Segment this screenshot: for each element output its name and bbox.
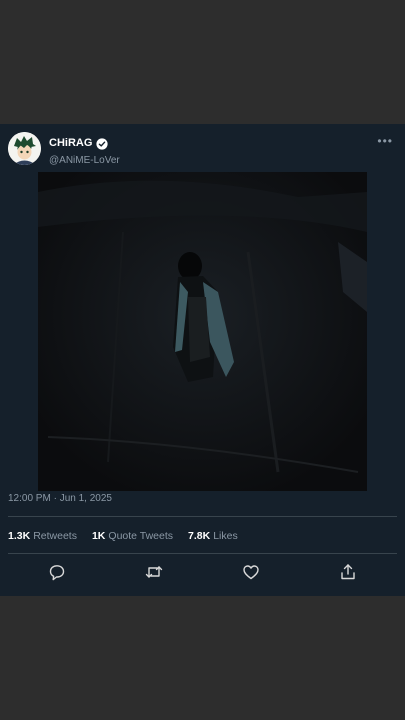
likes-label: Likes <box>213 530 238 542</box>
likes-count: 7.8K <box>188 530 211 542</box>
avatar[interactable] <box>8 132 41 165</box>
tweet-timestamp[interactable]: 12:00 PM · Jun 1, 2025 <box>8 493 112 504</box>
tweet-actions <box>0 562 405 584</box>
display-name[interactable]: CHiRAG <box>49 137 92 149</box>
like-icon[interactable] <box>241 562 261 582</box>
user-handle[interactable]: @ANiME-LoVer <box>49 155 120 166</box>
retweets-stat[interactable]: 1.3K Retweets <box>8 530 77 542</box>
quotes-label: Quote Tweets <box>108 530 174 542</box>
tweet-card: CHiRAG @ANiME-LoVer ••• 12:00 PM · Jun 1… <box>0 124 405 596</box>
verified-badge-icon <box>96 137 108 150</box>
divider <box>8 553 397 554</box>
retweets-label: Retweets <box>33 530 77 542</box>
divider <box>8 516 397 517</box>
more-icon[interactable]: ••• <box>377 134 393 148</box>
quote-tweets-stat[interactable]: 1K Quote Tweets <box>92 530 173 542</box>
tweet-stats: 1.3K Retweets 1K Quote Tweets 7.8K Likes <box>8 530 238 542</box>
share-icon[interactable] <box>338 562 358 582</box>
quotes-count: 1K <box>91 530 106 542</box>
likes-stat[interactable]: 7.8K Likes <box>188 530 238 542</box>
retweet-icon[interactable] <box>144 562 164 582</box>
tweet-header: CHiRAG @ANiME-LoVer ••• <box>8 132 397 172</box>
retweets-count: 1.3K <box>8 530 31 542</box>
reply-icon[interactable] <box>47 562 67 582</box>
tweet-media-image[interactable] <box>38 172 367 491</box>
